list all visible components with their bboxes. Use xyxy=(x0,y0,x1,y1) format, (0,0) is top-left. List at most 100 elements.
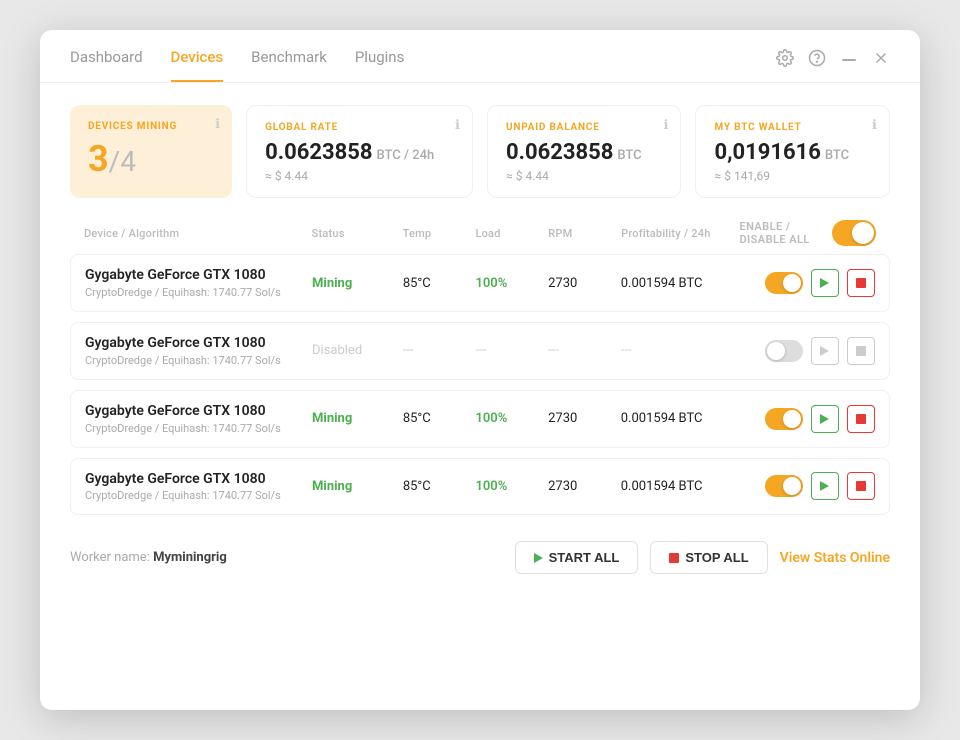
device-info: Gygabyte GeForce GTX 1080 CryptoDredge /… xyxy=(85,403,312,435)
device-actions xyxy=(739,337,875,365)
info-icon-rate[interactable]: ℹ xyxy=(455,118,460,133)
start-all-icon xyxy=(534,553,543,563)
device-status: Mining xyxy=(312,411,403,426)
device-temp: 85°C xyxy=(403,411,476,426)
unpaid-balance-value: 0.0623858BTC xyxy=(506,141,663,165)
table-row: Gygabyte GeForce GTX 1080 CryptoDredge /… xyxy=(70,390,890,448)
info-icon-balance[interactable]: ℹ xyxy=(664,118,669,133)
device-actions xyxy=(739,472,875,500)
device-toggle[interactable] xyxy=(765,272,803,294)
nav-actions xyxy=(776,49,890,81)
worker-name: Myminingrig xyxy=(153,550,227,565)
global-rate-approx: ≈ $ 4.44 xyxy=(265,169,454,183)
device-profit: 0.001594 BTC xyxy=(621,479,739,494)
device-toggle[interactable] xyxy=(765,340,803,362)
toggle-enable-all[interactable] xyxy=(832,220,876,246)
table-header: Device / Algorithm Status Temp Load RPM … xyxy=(70,216,890,254)
tab-benchmark[interactable]: Benchmark xyxy=(251,48,327,82)
unpaid-balance-label: UNPAID BALANCE xyxy=(506,122,663,133)
start-all-button[interactable]: START ALL xyxy=(515,541,639,574)
nav-tabs: Dashboard Devices Benchmark Plugins xyxy=(70,48,776,82)
devices-mining-value: 3/4 xyxy=(88,140,214,180)
device-load: 100% xyxy=(475,276,548,291)
play-icon xyxy=(820,278,829,288)
play-icon xyxy=(820,346,829,356)
device-load: 100% xyxy=(475,479,548,494)
footer-bar: Worker name: Myminingrig START ALL STOP … xyxy=(40,525,920,590)
device-status: Mining xyxy=(312,479,403,494)
device-play-button[interactable] xyxy=(811,337,839,365)
settings-button[interactable] xyxy=(776,49,794,67)
app-window: Dashboard Devices Benchmark Plugins xyxy=(40,30,920,710)
play-icon xyxy=(820,481,829,491)
close-button[interactable] xyxy=(872,49,890,67)
device-temp: 85°C xyxy=(403,276,476,291)
col-profit: Profitability / 24h xyxy=(621,227,739,240)
stat-cards: ℹ DEVICES MINING 3/4 ℹ GLOBAL RATE 0.062… xyxy=(40,83,920,216)
tab-devices[interactable]: Devices xyxy=(171,48,224,82)
device-profit: 0.001594 BTC xyxy=(621,276,739,291)
worker-label: Worker name: Myminingrig xyxy=(70,550,515,565)
table-row: Gygabyte GeForce GTX 1080 CryptoDredge /… xyxy=(70,458,890,516)
device-play-button[interactable] xyxy=(811,472,839,500)
device-load: 100% xyxy=(475,411,548,426)
device-actions xyxy=(739,405,875,433)
device-table: Device / Algorithm Status Temp Load RPM … xyxy=(40,216,920,515)
play-icon xyxy=(820,414,829,424)
device-info: Gygabyte GeForce GTX 1080 CryptoDredge /… xyxy=(85,471,312,503)
stop-icon xyxy=(856,346,866,356)
minimize-button[interactable] xyxy=(840,49,858,67)
device-toggle[interactable] xyxy=(765,408,803,430)
stat-btc-wallet: ℹ MY BTC WALLET 0,0191616BTC ≈ $ 141,69 xyxy=(695,105,890,198)
devices-mining-label: DEVICES MINING xyxy=(88,121,214,132)
help-button[interactable] xyxy=(808,49,826,67)
device-temp: --- xyxy=(403,343,476,358)
device-load: --- xyxy=(475,343,548,358)
stop-icon xyxy=(856,481,866,491)
global-rate-label: GLOBAL RATE xyxy=(265,122,454,133)
stat-devices-mining: ℹ DEVICES MINING 3/4 xyxy=(70,105,232,198)
device-info: Gygabyte GeForce GTX 1080 CryptoDredge /… xyxy=(85,335,312,367)
device-play-button[interactable] xyxy=(811,269,839,297)
btc-wallet-value: 0,0191616BTC xyxy=(714,141,871,165)
stop-all-icon xyxy=(669,553,679,563)
table-row: Gygabyte GeForce GTX 1080 CryptoDredge /… xyxy=(70,254,890,312)
global-rate-value: 0.0623858BTC / 24h xyxy=(265,141,454,165)
device-profit: 0.001594 BTC xyxy=(621,411,739,426)
stat-global-rate: ℹ GLOBAL RATE 0.0623858BTC / 24h ≈ $ 4.4… xyxy=(246,105,473,198)
info-icon-devices[interactable]: ℹ xyxy=(215,117,220,132)
unpaid-balance-approx: ≈ $ 4.44 xyxy=(506,169,663,183)
device-status: Mining xyxy=(312,276,403,291)
col-device: Device / Algorithm xyxy=(84,227,312,240)
device-rpm: --- xyxy=(548,343,621,358)
device-profit: --- xyxy=(621,343,739,358)
device-info: Gygabyte GeForce GTX 1080 CryptoDredge /… xyxy=(85,267,312,299)
stop-all-button[interactable]: STOP ALL xyxy=(650,541,767,574)
device-stop-button[interactable] xyxy=(847,472,875,500)
view-stats-link[interactable]: View Stats Online xyxy=(780,550,890,566)
device-actions xyxy=(739,269,875,297)
stop-icon xyxy=(856,414,866,424)
info-icon-wallet[interactable]: ℹ xyxy=(872,118,877,133)
device-rpm: 2730 xyxy=(548,411,621,426)
device-play-button[interactable] xyxy=(811,405,839,433)
device-stop-button[interactable] xyxy=(847,337,875,365)
device-status: Disabled xyxy=(312,343,403,358)
btc-wallet-label: MY BTC WALLET xyxy=(714,122,871,133)
footer-actions: START ALL STOP ALL View Stats Online xyxy=(515,541,890,574)
col-load: Load xyxy=(475,227,548,240)
device-rpm: 2730 xyxy=(548,276,621,291)
col-enable-all: ENABLE / DISABLE ALL xyxy=(739,220,876,246)
tab-plugins[interactable]: Plugins xyxy=(355,48,404,82)
nav-bar: Dashboard Devices Benchmark Plugins xyxy=(40,30,920,83)
tab-dashboard[interactable]: Dashboard xyxy=(70,48,143,82)
device-toggle[interactable] xyxy=(765,475,803,497)
col-status: Status xyxy=(312,227,403,240)
stat-unpaid-balance: ℹ UNPAID BALANCE 0.0623858BTC ≈ $ 4.44 xyxy=(487,105,682,198)
device-stop-button[interactable] xyxy=(847,405,875,433)
col-temp: Temp xyxy=(403,227,476,240)
device-stop-button[interactable] xyxy=(847,269,875,297)
device-rpm: 2730 xyxy=(548,479,621,494)
col-rpm: RPM xyxy=(548,227,621,240)
stop-icon xyxy=(856,278,866,288)
